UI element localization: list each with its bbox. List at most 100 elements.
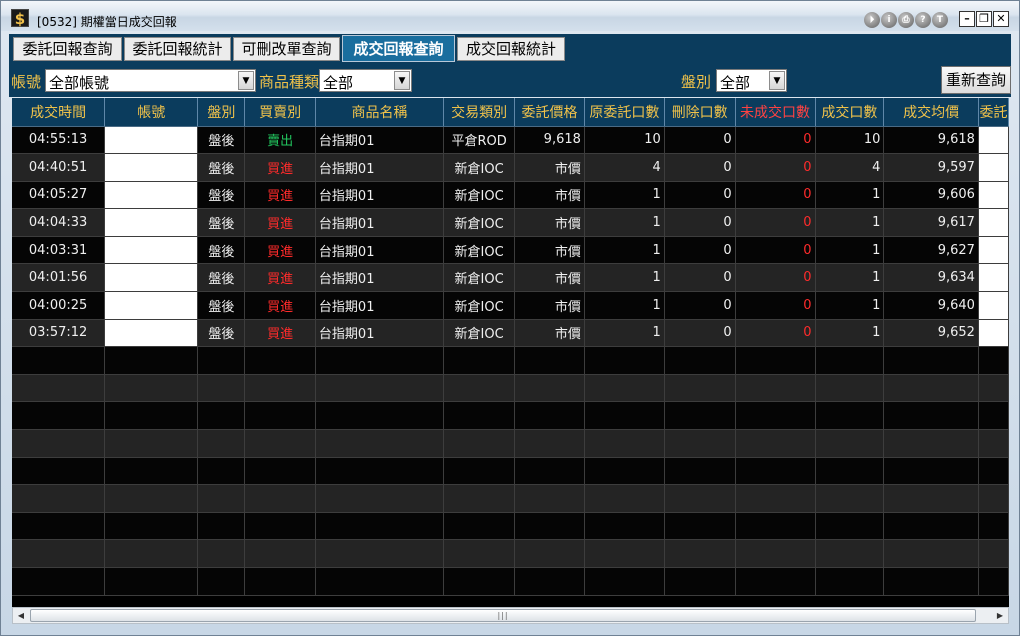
orig-qty-cell: 1	[584, 181, 665, 210]
col-header[interactable]: 刪除口數	[664, 98, 736, 127]
filled-qty-cell	[815, 429, 885, 458]
product-cell	[315, 484, 445, 513]
table-header-row: 成交時間 帳號 盤別 買賣別 商品名稱 交易類別 委託價格 原委託口數 刪除口數…	[12, 98, 1009, 127]
order-price-cell	[514, 484, 585, 513]
table-row[interactable]: 04:04:33 盤後 買進 台指期01 新倉IOC 市價 1 0 0 1 9,617	[12, 208, 1009, 237]
avg-price-cell: 9,617	[883, 208, 979, 237]
session-cell: 盤後	[197, 153, 246, 182]
orig-qty-cell: 1	[584, 319, 665, 348]
col-header[interactable]: 成交均價	[883, 98, 979, 127]
horizontal-scrollbar[interactable]: ◀ ||| ▶	[12, 607, 1009, 624]
empty-row[interactable]	[12, 484, 1009, 513]
order-price-cell	[514, 539, 585, 568]
table-row[interactable]: 04:00:25 盤後 買進 台指期01 新倉IOC 市價 1 0 0 1 9,640	[12, 291, 1009, 320]
table-row[interactable]: 04:55:13 盤後 賣出 台指期01 平倉ROD 9,618 10 0 0 10 9,618	[12, 126, 1009, 155]
col-header[interactable]: 委託	[978, 98, 1009, 127]
empty-row[interactable]	[12, 457, 1009, 486]
help-icon[interactable]: ?	[915, 12, 931, 28]
session-cell	[197, 346, 246, 375]
empty-row[interactable]	[12, 374, 1009, 403]
tab-cancelable-orders[interactable]: 可刪改單查詢	[233, 37, 340, 61]
avg-price-cell	[883, 539, 979, 568]
scrollbar-thumb[interactable]: |||	[30, 609, 976, 622]
side-cell: 買進	[244, 263, 316, 293]
tab-fill-report-query[interactable]: 成交回報查詢	[342, 35, 455, 62]
col-header[interactable]: 成交口數	[815, 98, 885, 127]
unfilled-qty-cell	[735, 567, 816, 596]
fill-time-cell: 04:05:27	[12, 181, 106, 210]
fill-report-grid[interactable]: 成交時間 帳號 盤別 買賣別 商品名稱 交易類別 委託價格 原委託口數 刪除口數…	[12, 98, 1009, 607]
order-cell	[978, 539, 1009, 568]
account-cell	[104, 208, 199, 237]
session-cell	[197, 374, 246, 403]
table-row[interactable]: 03:57:12 盤後 買進 台指期01 新倉IOC 市價 1 0 0 1 9,652	[12, 319, 1009, 348]
order-price-cell: 市價	[514, 208, 585, 237]
t-icon[interactable]: T	[932, 12, 948, 28]
tab-order-report-stats[interactable]: 委託回報統計	[124, 37, 231, 61]
deleted-qty-cell: 0	[664, 126, 736, 155]
filled-qty-cell: 1	[815, 236, 885, 265]
info-icon[interactable]: i	[881, 12, 897, 28]
table-row[interactable]: 04:05:27 盤後 買進 台指期01 新倉IOC 市價 1 0 0 1 9,606	[12, 181, 1009, 210]
requery-button[interactable]: 重新查詢	[941, 66, 1011, 94]
exit-icon[interactable]: ⏵	[864, 12, 880, 28]
deleted-qty-cell	[664, 457, 736, 486]
order-price-cell: 市價	[514, 319, 585, 348]
filled-qty-cell: 1	[815, 263, 885, 293]
scroll-left-icon[interactable]: ◀	[13, 608, 29, 623]
product-type-select[interactable]: 全部 ▼	[319, 69, 412, 92]
filled-qty-cell: 1	[815, 291, 885, 320]
minimize-button[interactable]: –	[959, 11, 975, 27]
empty-row[interactable]	[12, 512, 1009, 541]
col-header[interactable]: 商品名稱	[315, 98, 445, 127]
account-select[interactable]: 全部帳號 ▼	[45, 69, 256, 92]
tab-fill-report-stats[interactable]: 成交回報統計	[457, 37, 565, 61]
close-button[interactable]: ✕	[993, 11, 1009, 27]
col-header[interactable]: 委託價格	[514, 98, 585, 127]
scroll-right-icon[interactable]: ▶	[992, 608, 1008, 623]
order-cell	[978, 346, 1009, 375]
avg-price-cell	[883, 484, 979, 513]
table-row[interactable]: 04:03:31 盤後 買進 台指期01 新倉IOC 市價 1 0 0 1 9,627	[12, 236, 1009, 265]
fill-time-cell	[12, 346, 106, 375]
table-row[interactable]: 04:40:51 盤後 買進 台指期01 新倉IOC 市價 4 0 0 4 9,597	[12, 153, 1009, 182]
avg-price-cell: 9,597	[883, 153, 979, 182]
print-icon[interactable]: ⎙	[898, 12, 914, 28]
order-cell	[978, 291, 1009, 320]
empty-row[interactable]	[12, 567, 1009, 596]
session-select[interactable]: 全部 ▼	[716, 69, 787, 92]
order-cell	[978, 429, 1009, 458]
empty-row[interactable]	[12, 539, 1009, 568]
chevron-down-icon[interactable]: ▼	[238, 71, 254, 90]
empty-row[interactable]	[12, 401, 1009, 431]
fill-time-cell: 04:55:13	[12, 126, 106, 155]
title-bar[interactable]: $ [0532] 期權當日成交回報 ⏵ i ⎙ ? T – ❐ ✕	[1, 1, 1019, 31]
avg-price-cell	[883, 374, 979, 403]
session-cell: 盤後	[197, 263, 246, 293]
chevron-down-icon[interactable]: ▼	[769, 71, 785, 90]
empty-row[interactable]	[12, 429, 1009, 458]
account-cell	[104, 567, 199, 596]
col-header[interactable]: 未成交口數	[735, 98, 816, 127]
session-cell: 盤後	[197, 208, 246, 237]
orig-qty-cell: 1	[584, 208, 665, 237]
col-header[interactable]: 盤別	[197, 98, 246, 127]
product-cell: 台指期01	[315, 126, 445, 155]
account-cell	[104, 126, 199, 155]
table-row[interactable]: 04:01:56 盤後 買進 台指期01 新倉IOC 市價 1 0 0 1 9,634	[12, 263, 1009, 293]
tab-order-report-query[interactable]: 委託回報查詢	[13, 37, 122, 61]
col-header[interactable]: 交易類別	[443, 98, 516, 127]
col-header[interactable]: 買賣別	[244, 98, 316, 127]
order-cell	[978, 126, 1009, 155]
order-price-cell	[514, 457, 585, 486]
maximize-button[interactable]: ❐	[976, 11, 992, 27]
col-header[interactable]: 成交時間	[12, 98, 106, 127]
empty-row[interactable]	[12, 346, 1009, 375]
col-header[interactable]: 帳號	[104, 98, 199, 127]
trade-type-cell: 新倉IOC	[443, 319, 516, 348]
account-cell	[104, 401, 199, 431]
product-cell	[315, 374, 445, 403]
chevron-down-icon[interactable]: ▼	[394, 71, 410, 90]
order-price-cell	[514, 346, 585, 375]
col-header[interactable]: 原委託口數	[584, 98, 665, 127]
